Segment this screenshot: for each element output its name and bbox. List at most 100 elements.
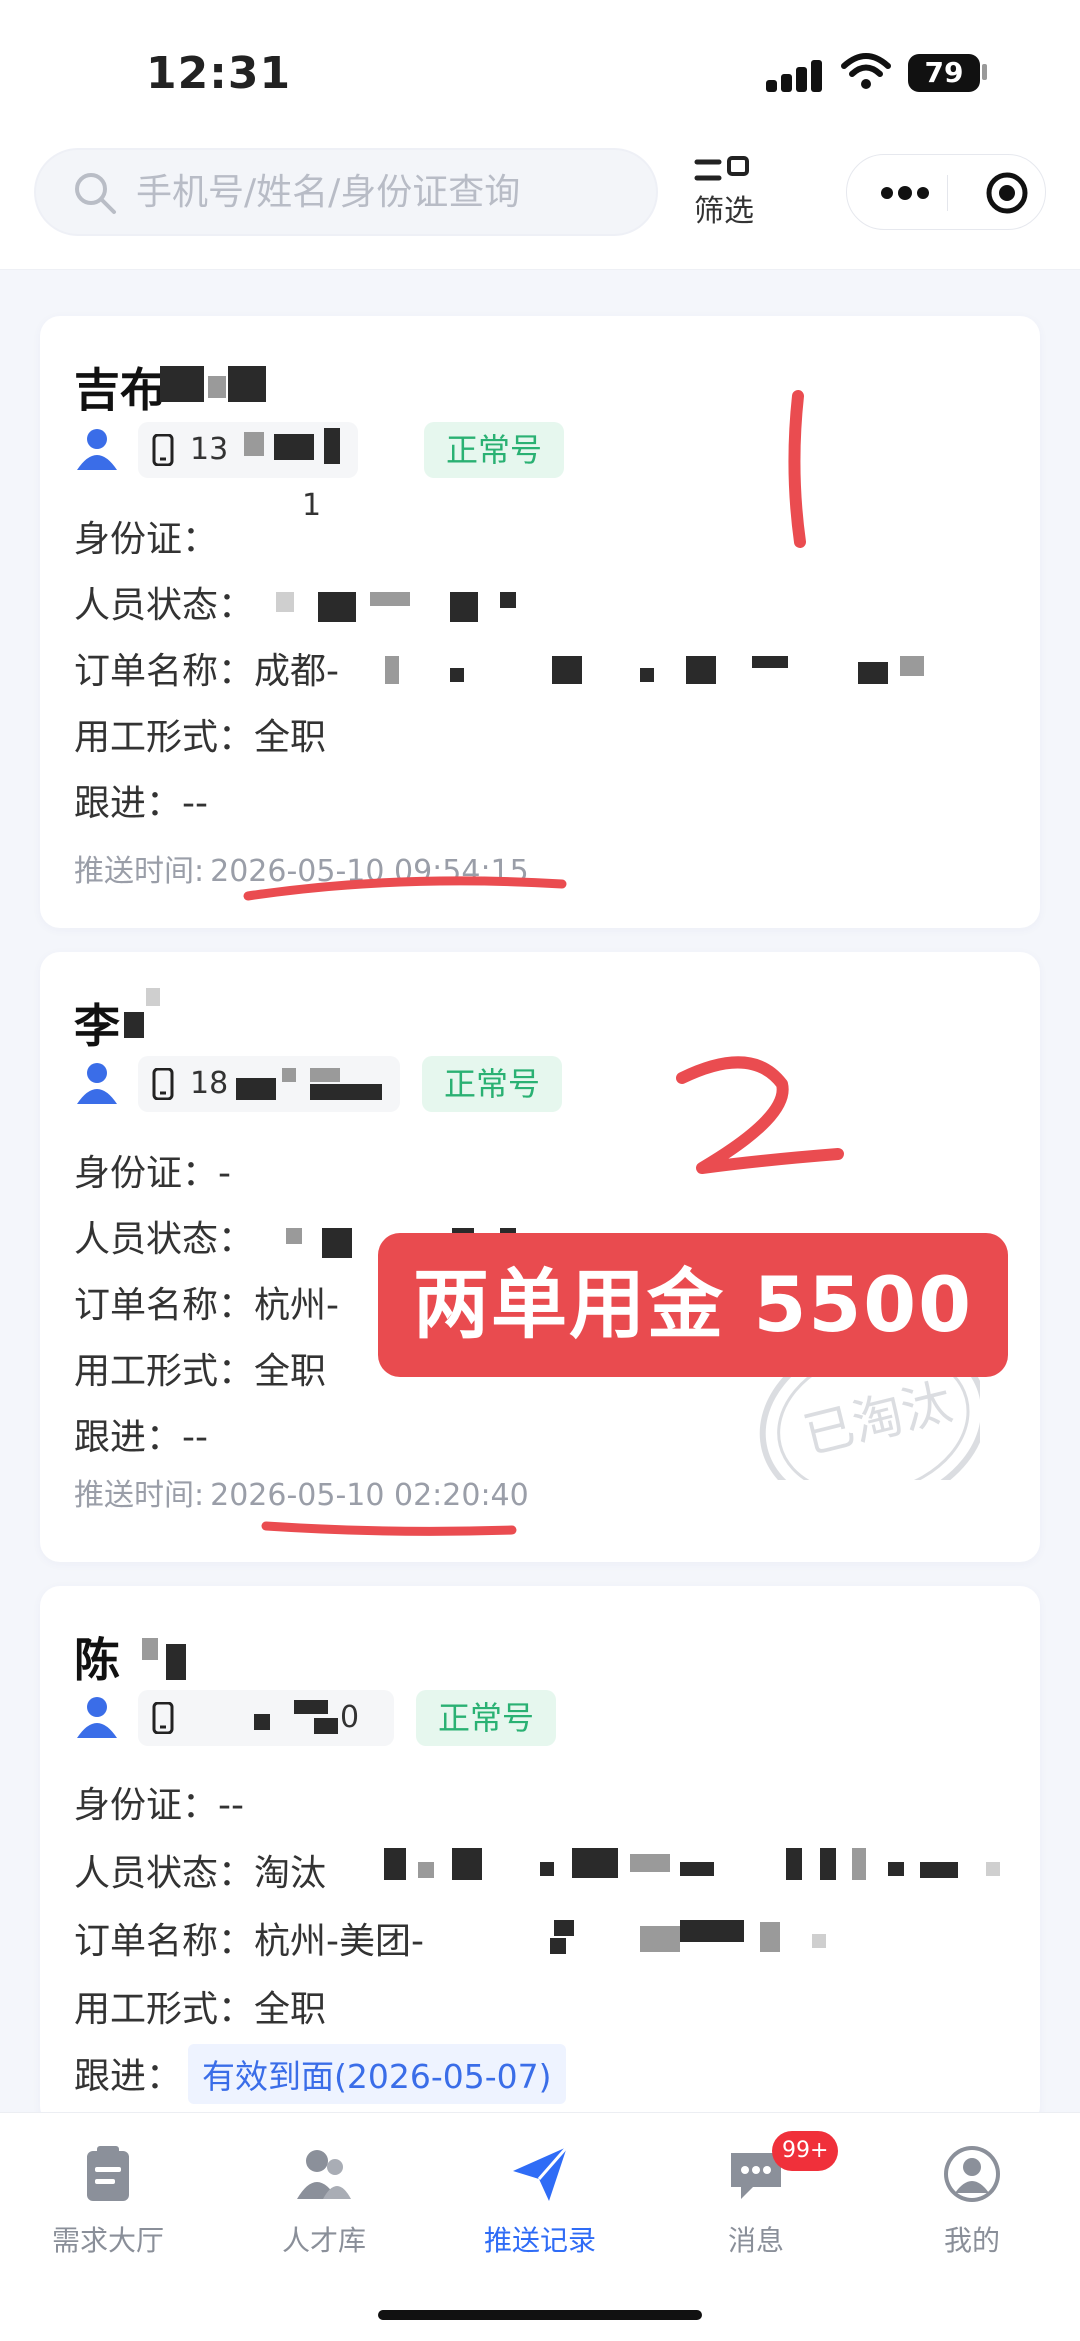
pixelated-mosaic xyxy=(310,1084,382,1100)
profile-icon xyxy=(944,2146,1000,2202)
id-row: 身份证： xyxy=(74,510,218,562)
pixelated-mosaic xyxy=(274,434,314,460)
status-tag: 正常号 xyxy=(416,1690,557,1746)
pixelated-mosaic xyxy=(384,1848,406,1880)
follow-tag: 有效到面(2026-05-07) xyxy=(188,2044,566,2104)
phone-row: 13 1 正常号 xyxy=(74,422,774,523)
status-tag: 正常号 xyxy=(424,422,565,478)
pixelated-mosaic xyxy=(812,1934,826,1948)
tab-talent-pool[interactable]: 人才库 xyxy=(224,2143,424,2273)
search-icon xyxy=(75,173,116,214)
status-tag: 正常号 xyxy=(422,1056,563,1112)
status-label: 人员状态： xyxy=(74,585,255,626)
pixelated-mosaic xyxy=(554,1920,574,1936)
phone-icon xyxy=(152,434,174,466)
stamp-text: 已淘汰 xyxy=(798,1373,958,1466)
pixelated-mosaic xyxy=(318,592,356,622)
wifi-icon xyxy=(841,53,891,89)
pixelated-mosaic xyxy=(858,662,888,684)
pixelated-mosaic xyxy=(310,1068,340,1082)
pixelated-mosaic xyxy=(370,592,410,606)
follow-label: 跟进： xyxy=(74,783,183,824)
follow-label: 跟进： xyxy=(74,2056,183,2097)
status-label: 人员状态： xyxy=(74,1219,255,1260)
pixelated-mosaic xyxy=(686,656,716,684)
pixelated-mosaic xyxy=(500,592,516,608)
pixelated-mosaic xyxy=(452,1848,482,1880)
tab-push-records[interactable]: 推送记录 xyxy=(440,2143,640,2273)
pixelated-mosaic xyxy=(640,668,654,682)
employment-row: 用工形式：全职 xyxy=(74,1980,326,2032)
order-row: 订单名称：杭州- xyxy=(74,1276,339,1328)
close-miniapp-icon[interactable] xyxy=(985,171,1029,215)
candidate-card[interactable]: 陈 0 正常号 身份证：-- 人员状态：淘汰 订单名称：杭州-美团- 用工形式：… xyxy=(40,1586,1040,2126)
send-icon xyxy=(513,2146,569,2201)
pixelated-mosaic xyxy=(680,1862,714,1876)
search-bar[interactable] xyxy=(34,148,658,236)
people-icon xyxy=(297,2150,351,2199)
pixelated-mosaic xyxy=(324,428,340,464)
tab-demand-hall[interactable]: 需求大厅 xyxy=(8,2143,208,2273)
pixelated-mosaic xyxy=(254,1714,270,1730)
capsule-divider xyxy=(947,175,948,211)
pixelated-mosaic xyxy=(146,988,160,1006)
more-icon[interactable] xyxy=(877,175,933,211)
user-icon xyxy=(77,429,117,470)
status-time: 12:31 xyxy=(146,48,292,99)
pixelated-mosaic xyxy=(236,1078,276,1100)
employment-label: 用工形式： xyxy=(74,1989,255,2030)
user-icon xyxy=(77,1697,117,1738)
bottom-tab-bar: 需求大厅 人才库 推送记录 消息 99+ 我的 xyxy=(0,2112,1080,2341)
cellular-signal-icon xyxy=(766,58,824,92)
pixelated-mosaic xyxy=(760,1922,780,1952)
pixelated-mosaic xyxy=(166,1644,186,1680)
candidate-card[interactable]: 吉布 13 1 正常号 身份证： 人员状态： 订单名称：成都- 用工形式：全职 … xyxy=(40,316,1040,928)
pixelated-mosaic xyxy=(314,1718,338,1734)
home-indicator xyxy=(378,2310,702,2320)
tab-profile[interactable]: 我的 xyxy=(872,2143,1072,2273)
push-time-row: 推送时间: 2026-05-10 02:20:40 xyxy=(74,1470,529,1514)
follow-row: 跟进：-- xyxy=(74,1408,208,1460)
status-row: 人员状态： xyxy=(74,1210,254,1262)
tab-label: 推送记录 xyxy=(483,2224,596,2257)
candidate-name: 李 xyxy=(74,999,120,1053)
employment-value: 全职 xyxy=(254,1989,327,2030)
push-time-value: 2026-05-10 02:20:40 xyxy=(210,1478,529,1513)
pixelated-mosaic xyxy=(322,1228,352,1258)
id-value: -- xyxy=(218,1785,244,1826)
pixelated-mosaic xyxy=(630,1854,670,1872)
phone-number: 18 xyxy=(190,1066,229,1101)
phone-icon xyxy=(152,1702,174,1734)
order-row: 订单名称：杭州-美团- xyxy=(74,1912,424,1964)
clipboard-icon xyxy=(87,2146,129,2201)
tab-label: 需求大厅 xyxy=(51,2224,164,2257)
id-label: 身份证： xyxy=(74,519,219,560)
id-label: 身份证： xyxy=(74,1153,219,1194)
tab-label: 我的 xyxy=(943,2224,1000,2257)
follow-label: 跟进： xyxy=(74,1417,183,1458)
top-header: 筛选 xyxy=(0,140,1080,270)
filter-button[interactable]: 筛选 xyxy=(682,156,766,236)
user-icon xyxy=(77,1063,117,1104)
search-input[interactable] xyxy=(136,162,636,222)
tab-label: 人才库 xyxy=(281,2224,366,2257)
pixelated-mosaic xyxy=(124,1012,144,1038)
employment-value: 全职 xyxy=(254,717,327,758)
tab-messages[interactable]: 消息 99+ xyxy=(656,2131,856,2273)
filter-icon xyxy=(694,156,749,181)
status-label: 人员状态： xyxy=(74,1853,255,1894)
pixelated-mosaic xyxy=(640,1926,680,1952)
pixelated-mosaic xyxy=(160,366,204,402)
pixelated-mosaic xyxy=(286,1228,302,1244)
phone-icon xyxy=(152,1068,174,1100)
pixelated-mosaic xyxy=(900,656,924,676)
phone-row: 18 正常号 xyxy=(74,1056,774,1112)
pixelated-mosaic xyxy=(244,432,264,456)
pixelated-mosaic xyxy=(540,1862,554,1876)
pixelated-mosaic xyxy=(276,592,294,612)
pixelated-mosaic xyxy=(986,1862,1000,1876)
pixelated-mosaic xyxy=(142,1638,158,1660)
push-time-value: 2026-05-10 09:54:15 xyxy=(210,854,529,889)
pixelated-mosaic xyxy=(680,1920,744,1942)
follow-row: 跟进： 有效到面(2026-05-07) xyxy=(74,2044,566,2104)
